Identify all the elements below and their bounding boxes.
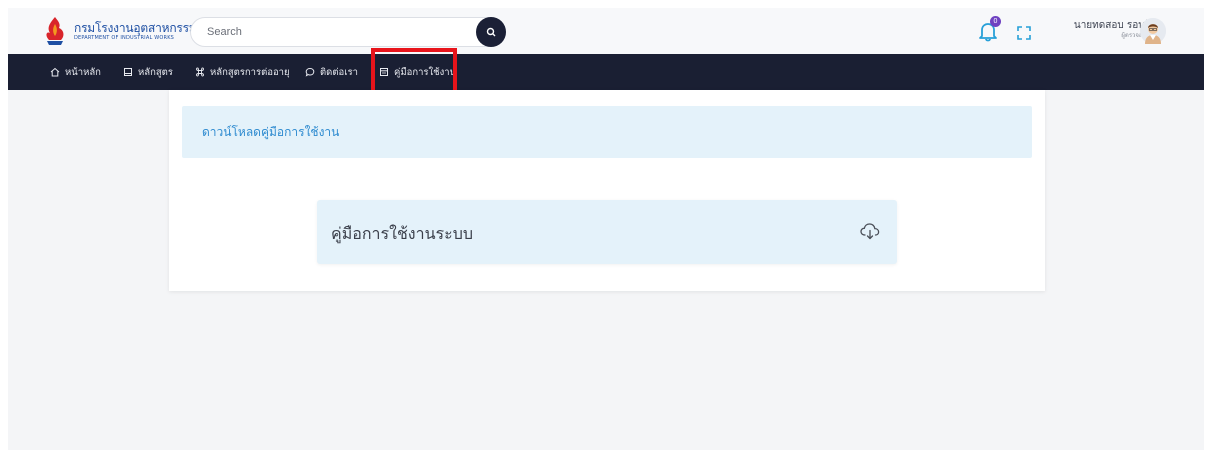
user-info[interactable]: นายทดสอบ รอบรู้ ผู้ตรวจสอบ — [1050, 20, 1150, 44]
notification-badge: 0 — [990, 16, 1001, 27]
fullscreen-button[interactable] — [1017, 25, 1031, 40]
nav-label-contact: ติดต่อเรา — [320, 66, 358, 78]
home-icon — [50, 67, 60, 77]
nav-item-courses[interactable]: หลักสูตร — [123, 54, 173, 90]
manual-card: ดาวน์โหลดคู่มือการใช้งาน คู่มือการใช้งาน… — [169, 90, 1045, 291]
logo-title-english: DEPARTMENT OF INDUSTRIAL WORKS — [74, 34, 175, 41]
command-icon — [196, 67, 204, 77]
nav-label-renewal-courses: หลักสูตรการต่ออายุ — [210, 66, 290, 78]
user-role: ผู้ตรวจสอบ — [1121, 32, 1150, 39]
download-manual-banner: ดาวน์โหลดคู่มือการใช้งาน — [182, 106, 1032, 158]
nav-label-home: หน้าหลัก — [65, 66, 101, 78]
user-name: นายทดสอบ รอบรู้ — [1073, 20, 1150, 31]
banner-title: ดาวน์โหลดคู่มือการใช้งาน — [202, 124, 340, 139]
top-header: กรมโรงงานอุตสาหกรรม DEPARTMENT OF INDUST… — [8, 8, 1204, 54]
main-navbar: หน้าหลัก หลักสูตร หลักสูตรการต่ออายุ ติด… — [8, 54, 1204, 90]
nav-label-courses: หลักสูตร — [138, 66, 173, 78]
nav-item-home[interactable]: หน้าหลัก — [50, 54, 101, 90]
cloud-download-icon[interactable] — [859, 222, 881, 240]
search-input[interactable] — [207, 26, 457, 38]
system-manual-label: คู่มือการใช้งานระบบ — [331, 224, 474, 243]
book-icon — [124, 68, 132, 76]
avatar[interactable] — [1140, 18, 1166, 44]
app-frame: กรมโรงงานอุตสาหกรรม DEPARTMENT OF INDUST… — [8, 8, 1204, 450]
nav-item-renewal-courses[interactable]: หลักสูตรการต่ออายุ — [195, 54, 290, 90]
system-manual-item[interactable]: คู่มือการใช้งานระบบ — [317, 200, 897, 264]
nav-item-contact[interactable]: ติดต่อเรา — [305, 54, 358, 90]
search-box — [190, 17, 506, 47]
fullscreen-icon — [1017, 26, 1031, 40]
search-button[interactable] — [476, 17, 506, 47]
logo-flame-icon — [42, 16, 68, 46]
search-icon — [486, 27, 496, 37]
logo-title-thai: กรมโรงงานอุตสาหกรรม — [74, 20, 197, 35]
chat-icon — [305, 67, 315, 77]
notification-button[interactable]: 0 — [977, 16, 1003, 44]
